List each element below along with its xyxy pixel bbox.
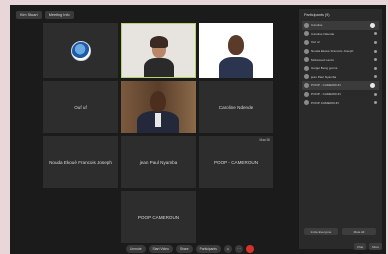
bottom-right-controls: Chat More <box>353 243 382 250</box>
video-tile-suit-man[interactable] <box>121 81 196 133</box>
status-icon <box>370 82 375 88</box>
participant-name: jean Paul Nyamba <box>139 159 178 165</box>
video-tile-nouda[interactable]: Nouda Ekouè Francois Joseph <box>43 136 118 188</box>
participant-row[interactable]: POOP CAMEROUN <box>302 98 379 107</box>
meeting-info-chip[interactable]: Meeting Info <box>44 11 74 19</box>
participant-name: Ouf uf <box>74 104 87 110</box>
participant-name: POOP - CAMEROUN <box>213 159 259 165</box>
participant-row[interactable]: jean Paul Nyamba <box>302 73 379 82</box>
mic-icon <box>374 40 377 44</box>
meeting-window: Kim Stuart Meeting Info Ouf uf Caroline … <box>10 5 386 254</box>
participant-list: Caroline Caroline Ndende Ouf uf Nouda Ek… <box>302 21 379 107</box>
participant-row-name: jean Paul Nyamba <box>311 74 337 79</box>
mic-icon <box>374 92 377 96</box>
video-tile-man-glasses[interactable] <box>199 23 273 78</box>
meeting-controls: Unmute Start Video Share Participants ☺ … <box>126 245 254 253</box>
mic-icon <box>374 32 377 36</box>
mic-icon <box>374 66 377 70</box>
participant-video <box>122 24 195 77</box>
user-chip[interactable]: Kim Stuart <box>16 11 42 19</box>
start-video-button[interactable]: Start Video <box>148 245 173 253</box>
top-bar: Kim Stuart Meeting Info <box>16 11 74 19</box>
mic-icon <box>374 58 377 62</box>
video-tile-pdp[interactable]: Mazi Bi POOP - CAMEROUN <box>199 136 273 188</box>
video-tile-pdp2[interactable]: POOP CAMEROUN <box>121 191 196 243</box>
more-button[interactable]: More <box>369 243 382 250</box>
participant-row-name: POOP - CAMEROUN <box>311 83 341 88</box>
participant-row-name: Nouda Ekouè Francois Joseph <box>311 49 354 54</box>
avatar <box>304 48 309 54</box>
invite-button[interactable]: Invite Everyone <box>304 228 338 235</box>
participant-row-name: Mohamed Lamm <box>311 57 335 62</box>
tile-tag: Mazi Bi <box>259 138 270 142</box>
more-icon[interactable]: ⋯ <box>234 245 243 253</box>
organization-logo <box>70 40 91 61</box>
participant-row-name: Guigui Beng gonné <box>311 66 338 71</box>
participant-row[interactable]: Ouf uf <box>302 38 379 47</box>
participant-row[interactable]: Nouda Ekouè Francois Joseph <box>302 47 379 56</box>
mic-icon <box>374 101 377 105</box>
reaction-icon[interactable]: ☺ <box>223 245 232 253</box>
participant-name: Caroline Ndende <box>218 104 254 110</box>
share-button[interactable]: Share <box>175 245 193 253</box>
participant-name: POOP CAMEROUN <box>137 214 180 220</box>
mic-icon <box>374 75 377 79</box>
participant-row[interactable]: Mohamed Lamm <box>302 55 379 64</box>
chat-button[interactable]: Chat <box>353 243 367 250</box>
participant-row-name: Ouf uf <box>311 40 320 45</box>
participant-row[interactable]: POOP - CAMEROUN <box>302 90 379 99</box>
participant-row[interactable]: Caroline Ndende <box>302 30 379 39</box>
leave-icon[interactable] <box>245 245 254 253</box>
video-tile-jean-paul[interactable]: jean Paul Nyamba <box>121 136 196 188</box>
participants-title: Participants (9) <box>304 13 330 17</box>
participant-name: Nouda Ekouè Francois Joseph <box>49 159 112 165</box>
participant-row-name: POOP CAMEROUN <box>311 100 339 105</box>
video-grid: Ouf uf Caroline Ndende Nouda Ekouè Franc… <box>43 23 273 245</box>
participant-video <box>121 81 196 133</box>
mic-icon <box>374 49 377 53</box>
status-icon <box>370 22 375 28</box>
participant-row[interactable]: Caroline <box>302 21 379 30</box>
participants-button[interactable]: Participants <box>195 245 221 253</box>
mute-all-button[interactable]: Mute All <box>342 228 376 235</box>
avatar <box>304 100 309 106</box>
video-tile-ouf[interactable]: Ouf uf <box>43 81 118 133</box>
avatar <box>304 74 309 80</box>
participant-video <box>199 23 273 78</box>
video-tile-logo[interactable] <box>43 23 118 78</box>
participants-panel: Participants (9) Caroline Caroline Ndend… <box>299 9 382 249</box>
avatar <box>304 31 309 37</box>
participant-row-name: Caroline Ndende <box>311 31 335 36</box>
avatar <box>304 65 309 71</box>
unmute-button[interactable]: Unmute <box>126 245 146 253</box>
video-tile-woman[interactable] <box>121 23 196 78</box>
participant-row[interactable]: Guigui Beng gonné <box>302 64 379 73</box>
video-tile-caroline[interactable]: Caroline Ndende <box>199 81 273 133</box>
avatar <box>304 82 309 88</box>
participant-row-name: Caroline <box>311 23 323 28</box>
avatar <box>304 39 309 45</box>
participant-row-name: POOP - CAMEROUN <box>311 92 341 97</box>
avatar <box>304 91 309 97</box>
participant-row[interactable]: POOP - CAMEROUN <box>302 81 379 90</box>
avatar <box>304 57 309 63</box>
avatar <box>304 22 309 28</box>
